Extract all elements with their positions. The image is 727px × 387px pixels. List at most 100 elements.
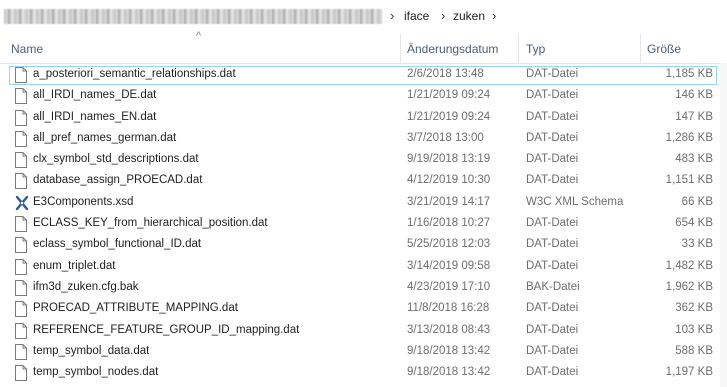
- file-row[interactable]: clx_symbol_std_descriptions.dat 9/19/2018…: [0, 150, 727, 171]
- chevron-right-icon[interactable]: ›: [492, 8, 496, 23]
- column-header-name[interactable]: Name: [11, 42, 43, 56]
- file-date: 4/12/2019 10:30: [407, 174, 491, 187]
- file-row[interactable]: REFERENCE_FEATURE_GROUP_ID_mapping.dat 3/…: [0, 321, 727, 342]
- file-icon: [15, 301, 27, 318]
- file-name: a_posteriori_semantic_relationships.dat: [33, 68, 236, 80]
- file-size: 1,151 KB: [665, 174, 713, 187]
- file-type: BAK-Datei: [526, 280, 580, 293]
- file-date: 2/6/2018 13:48: [407, 68, 484, 80]
- file-row[interactable]: all_pref_names_german.dat 3/7/2018 13:00 D…: [0, 129, 727, 150]
- chevron-right-icon[interactable]: ›: [390, 8, 394, 23]
- file-size: 33 KB: [681, 238, 713, 251]
- column-divider[interactable]: [400, 34, 401, 63]
- file-row[interactable]: database_assign_PROECAD.dat 4/12/2019 10:…: [0, 171, 727, 192]
- file-row[interactable]: all_IRDI_names_EN.dat 1/21/2019 09:24 DAT-…: [0, 108, 727, 129]
- chevron-right-icon[interactable]: ›: [441, 8, 445, 23]
- file-row[interactable]: ifm3d_zuken.cfg.bak 4/23/2019 17:10 BAK-Da…: [0, 278, 727, 299]
- column-header-row: ^ Name Änderungsdatum Typ Größe: [0, 30, 727, 64]
- column-header-date[interactable]: Änderungsdatum: [407, 42, 498, 56]
- file-icon: [15, 130, 27, 147]
- breadcrumb-item-iface[interactable]: iface: [404, 9, 429, 23]
- column-header-size[interactable]: Größe: [647, 42, 681, 56]
- file-icon: [15, 152, 27, 169]
- file-name: REFERENCE_FEATURE_GROUP_ID_mapping.dat: [33, 323, 300, 336]
- file-type: DAT-Datei: [526, 366, 579, 379]
- column-divider[interactable]: [640, 34, 641, 63]
- file-type: DAT-Datei: [526, 344, 579, 357]
- file-type: DAT-Datei: [526, 89, 579, 102]
- file-row[interactable]: PROECAD_ATTRIBUTE_MAPPING.dat 11/8/2018 1…: [0, 299, 727, 320]
- breadcrumb-item-zuken[interactable]: zuken: [453, 9, 485, 23]
- sort-ascending-icon: ^: [196, 30, 202, 42]
- file-type: DAT-Datei: [526, 238, 579, 251]
- file-date: 9/18/2018 13:42: [407, 344, 491, 357]
- file-size: 654 KB: [675, 217, 713, 230]
- column-divider[interactable]: [518, 34, 519, 63]
- file-date: 3/14/2019 09:58: [407, 259, 491, 272]
- file-name: database_assign_PROECAD.dat: [33, 174, 203, 187]
- file-name: enum_triplet.dat: [33, 259, 116, 272]
- file-name: all_IRDI_names_DE.dat: [33, 89, 157, 102]
- file-size: 362 KB: [675, 302, 713, 315]
- file-size: 1,962 KB: [665, 280, 713, 293]
- file-type: DAT-Datei: [526, 174, 579, 187]
- file-date: 9/19/2018 13:19: [407, 153, 491, 166]
- file-icon: [15, 67, 27, 83]
- file-date: 5/25/2018 12:03: [407, 238, 491, 251]
- file-type: DAT-Datei: [526, 153, 579, 166]
- file-icon: [15, 216, 27, 233]
- file-size: 1,197 KB: [665, 366, 713, 379]
- file-row[interactable]: temp_symbol_data.dat 9/18/2018 13:42 DAT-D…: [0, 342, 727, 363]
- file-size: 147 KB: [675, 110, 713, 123]
- file-name: clx_symbol_std_descriptions.dat: [33, 153, 199, 166]
- file-date: 3/7/2018 13:00: [407, 131, 484, 144]
- file-row[interactable]: temp_symbol_nodes.dat 9/18/2018 13:42 DAT-…: [0, 363, 727, 384]
- file-name: all_IRDI_names_EN.dat: [33, 110, 157, 123]
- file-type: DAT-Datei: [526, 259, 579, 272]
- file-size: 1,286 KB: [665, 131, 713, 144]
- file-type: DAT-Datei: [526, 217, 579, 230]
- file-name: PROECAD_ATTRIBUTE_MAPPING.dat: [33, 302, 238, 315]
- file-icon: [15, 322, 27, 339]
- file-row[interactable]: enum_triplet.dat 3/14/2019 09:58 DAT-Datei…: [0, 257, 727, 278]
- file-icon: [15, 258, 27, 275]
- file-icon: [15, 365, 27, 382]
- file-date: 1/16/2018 10:27: [407, 217, 491, 230]
- file-date: 11/8/2018 16:28: [407, 302, 490, 315]
- file-type: DAT-Datei: [526, 131, 579, 144]
- file-row[interactable]: E3Components.xsd 3/21/2019 14:17 W3C XML S…: [0, 193, 727, 214]
- file-name: temp_symbol_nodes.dat: [33, 366, 159, 379]
- file-name: temp_symbol_data.dat: [33, 344, 150, 357]
- address-bar[interactable]: › iface › zuken ›: [0, 0, 727, 35]
- file-row[interactable]: a_posteriori_semantic_relationships.dat 2…: [0, 65, 727, 86]
- file-icon: [15, 237, 27, 254]
- file-size: 103 KB: [675, 323, 713, 336]
- file-icon: [15, 109, 27, 126]
- file-row[interactable]: eclass_symbol_functional_ID.dat 5/25/2018…: [0, 235, 727, 256]
- file-row[interactable]: all_IRDI_names_DE.dat 1/21/2019 09:24 DAT-…: [0, 86, 727, 107]
- file-type: DAT-Datei: [526, 302, 579, 315]
- file-size: 146 KB: [675, 89, 713, 102]
- file-size: 66 KB: [681, 195, 713, 208]
- file-name: eclass_symbol_functional_ID.dat: [33, 238, 202, 251]
- vertical-scrollbar[interactable]: [720, 63, 727, 387]
- file-name: all_pref_names_german.dat: [33, 131, 177, 144]
- file-date: 1/21/2019 09:24: [407, 89, 491, 102]
- file-type: W3C XML Schema: [526, 195, 624, 208]
- file-type: DAT-Datei: [526, 68, 579, 80]
- file-icon: [15, 88, 27, 105]
- file-list: a_posteriori_semantic_relationships.dat 2…: [0, 65, 727, 384]
- file-date: 3/21/2019 14:17: [407, 195, 491, 208]
- file-icon: [15, 173, 27, 190]
- file-type: DAT-Datei: [526, 323, 579, 336]
- file-date: 1/21/2019 09:24: [407, 110, 491, 123]
- file-date: 3/13/2018 08:43: [407, 323, 491, 336]
- file-size: 1,185 KB: [665, 68, 713, 80]
- file-name: ifm3d_zuken.cfg.bak: [33, 280, 139, 293]
- file-type: DAT-Datei: [526, 110, 579, 123]
- file-icon: [15, 279, 27, 296]
- file-name: ECLASS_KEY_from_hierarchical_position.da…: [33, 217, 268, 230]
- file-size: 588 KB: [675, 344, 713, 357]
- column-header-type[interactable]: Typ: [526, 42, 545, 56]
- file-row[interactable]: ECLASS_KEY_from_hierarchical_position.da…: [0, 214, 727, 235]
